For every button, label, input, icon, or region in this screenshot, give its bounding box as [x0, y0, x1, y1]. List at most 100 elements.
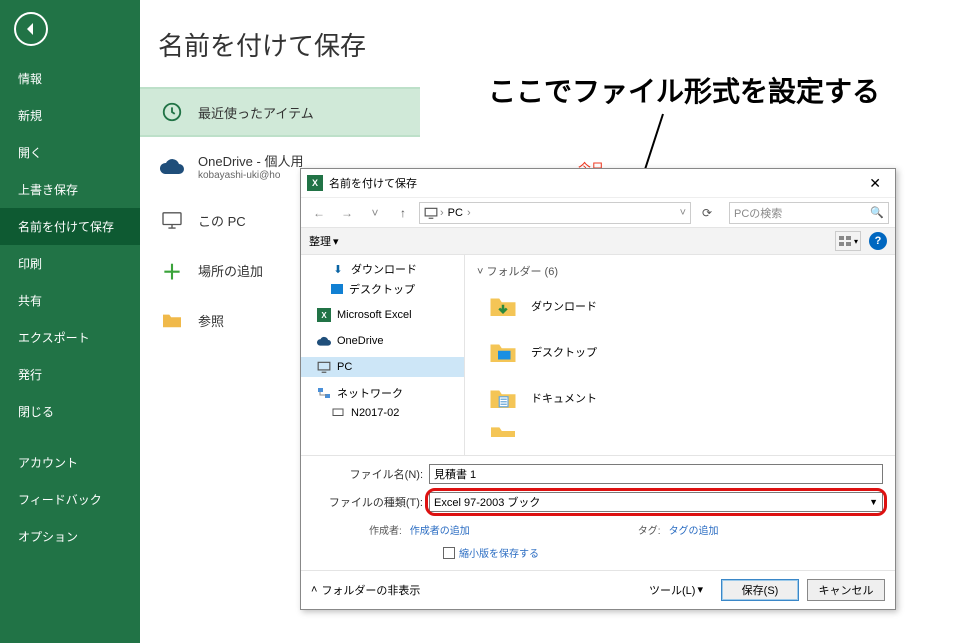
- clock-icon: [158, 101, 186, 123]
- arrow-left-icon: [23, 21, 39, 37]
- sidebar-item-print[interactable]: 印刷: [0, 245, 140, 282]
- pc-icon: [424, 207, 438, 219]
- back-button[interactable]: [14, 12, 48, 46]
- search-placeholder: PCの検索: [734, 205, 782, 221]
- dialog-titlebar: X 名前を付けて保存 ✕: [301, 169, 895, 197]
- search-input[interactable]: PCの検索 🔍: [729, 202, 889, 224]
- location-recent[interactable]: 最近使ったアイテム: [140, 87, 420, 137]
- tools-menu[interactable]: ツール(L) ▾: [649, 582, 703, 598]
- folder-pane: ˅ フォルダー (6) ダウンロード デスクトップ ドキュメント: [465, 255, 895, 455]
- author-label: 作成者:: [369, 522, 402, 537]
- save-as-dialog: X 名前を付けて保存 ✕ ← → ˅ ↑ › PC › ˅ ⟳ PCの検索 🔍 …: [300, 168, 896, 610]
- location-label: この PC: [198, 211, 246, 230]
- folder-icon: [158, 311, 186, 329]
- nav-up-button[interactable]: ↑: [391, 202, 415, 224]
- folder-icon: [485, 288, 521, 324]
- chevron-down-icon: ▼: [869, 497, 878, 507]
- pc-icon: [331, 406, 345, 420]
- chevron-down-icon: ▾: [854, 237, 858, 246]
- location-label: OneDrive - 個人用 kobayashi-uki@ho: [198, 151, 303, 181]
- plus-icon: ＋: [158, 256, 186, 285]
- chevron-up-icon: ˄: [311, 584, 317, 596]
- nav-back-button[interactable]: ←: [307, 202, 331, 224]
- sidebar-item-open[interactable]: 開く: [0, 134, 140, 171]
- dialog-title: 名前を付けて保存: [329, 175, 417, 191]
- help-button[interactable]: ?: [869, 232, 887, 250]
- page-title: 名前を付けて保存: [158, 26, 968, 63]
- breadcrumb-segment[interactable]: PC: [446, 207, 465, 219]
- filename-input[interactable]: [429, 464, 883, 484]
- tree-item-computer-node[interactable]: N2017-02: [301, 403, 464, 423]
- tree-item-downloads[interactable]: ⬇ ダウンロード: [301, 259, 464, 279]
- chevron-down-icon[interactable]: ˅: [680, 207, 686, 219]
- view-mode-button[interactable]: ▾: [835, 231, 861, 251]
- location-label: 最近使ったアイテム: [198, 103, 314, 122]
- sidebar-item-info[interactable]: 情報: [0, 60, 140, 97]
- sidebar-item-feedback[interactable]: フィードバック: [0, 481, 140, 518]
- location-label: 参照: [198, 311, 224, 330]
- nav-recent-button[interactable]: ˅: [363, 202, 387, 224]
- sidebar-item-close[interactable]: 閉じる: [0, 393, 140, 430]
- filetype-select[interactable]: Excel 97-2003 ブック ▼: [429, 492, 883, 512]
- dialog-toolbar: 整理▾ ▾ ?: [301, 227, 895, 255]
- chevron-down-icon: ▾: [697, 583, 703, 596]
- tree-item-label: N2017-02: [351, 407, 399, 419]
- sidebar-item-saveas[interactable]: 名前を付けて保存: [0, 208, 140, 245]
- dialog-nav: ← → ˅ ↑ › PC › ˅ ⟳ PCの検索 🔍: [301, 197, 895, 227]
- refresh-button[interactable]: ⟳: [695, 206, 719, 220]
- sidebar-item-account[interactable]: アカウント: [0, 444, 140, 481]
- location-label: 場所の追加: [198, 261, 263, 280]
- desktop-icon: [331, 284, 343, 294]
- pc-icon: [317, 360, 331, 374]
- excel-app-icon: X: [307, 175, 323, 191]
- dialog-body: ⬇ ダウンロード デスクトップ X Microsoft Excel OneDri…: [301, 255, 895, 455]
- tree-item-onedrive[interactable]: OneDrive: [301, 331, 464, 351]
- annotation-callout: ここでファイル形式を設定する: [420, 62, 948, 118]
- cloud-icon: [158, 158, 186, 174]
- folder-item-more[interactable]: [473, 421, 887, 441]
- dialog-fields: ファイル名(N): ファイルの種類(T): Excel 97-2003 ブック …: [301, 455, 895, 570]
- save-thumbnail-checkbox[interactable]: [443, 547, 455, 559]
- chevron-down-icon: ▾: [333, 235, 339, 248]
- nav-tree: ⬇ ダウンロード デスクトップ X Microsoft Excel OneDri…: [301, 255, 465, 455]
- folder-item-downloads[interactable]: ダウンロード: [473, 283, 887, 329]
- save-thumbnail-label: 縮小版を保存する: [459, 545, 539, 560]
- network-icon: [317, 386, 331, 400]
- tree-item-label: ネットワーク: [337, 385, 403, 401]
- hide-folders-toggle[interactable]: ˄ フォルダーの非表示: [311, 582, 420, 598]
- folder-label: ダウンロード: [531, 298, 597, 314]
- sidebar-item-new[interactable]: 新規: [0, 97, 140, 134]
- tree-item-label: ダウンロード: [351, 261, 417, 277]
- folder-item-documents[interactable]: ドキュメント: [473, 375, 887, 421]
- nav-forward-button[interactable]: →: [335, 202, 359, 224]
- folder-label: デスクトップ: [531, 344, 597, 360]
- tree-item-label: Microsoft Excel: [337, 309, 412, 321]
- sidebar-item-publish[interactable]: 発行: [0, 356, 140, 393]
- folder-icon: [485, 380, 521, 416]
- folder-icon: [485, 334, 521, 370]
- tree-item-desktop[interactable]: デスクトップ: [301, 279, 464, 299]
- sidebar-item-save[interactable]: 上書き保存: [0, 171, 140, 208]
- sidebar-item-options[interactable]: オプション: [0, 518, 140, 555]
- sidebar-item-export[interactable]: エクスポート: [0, 319, 140, 356]
- cancel-button[interactable]: キャンセル: [807, 579, 885, 601]
- folder-label: ドキュメント: [531, 390, 597, 406]
- sidebar-item-share[interactable]: 共有: [0, 282, 140, 319]
- breadcrumb[interactable]: › PC › ˅: [419, 202, 691, 224]
- organize-menu[interactable]: 整理▾: [309, 233, 339, 249]
- tree-item-label: デスクトップ: [349, 281, 415, 297]
- add-author-link[interactable]: 作成者の追加: [410, 522, 470, 537]
- chevron-right-icon: ›: [440, 207, 444, 219]
- folder-group-header[interactable]: ˅ フォルダー (6): [477, 263, 887, 279]
- close-button[interactable]: ✕: [861, 175, 889, 192]
- pc-icon: [158, 211, 186, 229]
- folder-item-desktop[interactable]: デスクトップ: [473, 329, 887, 375]
- tree-item-pc[interactable]: PC: [301, 357, 464, 377]
- add-tag-link[interactable]: タグの追加: [669, 522, 719, 537]
- tree-item-label: PC: [337, 361, 352, 373]
- folder-icon: [485, 413, 521, 449]
- tree-item-label: OneDrive: [337, 335, 383, 347]
- save-button[interactable]: 保存(S): [721, 579, 799, 601]
- tree-item-excel[interactable]: X Microsoft Excel: [301, 305, 464, 325]
- tree-item-network[interactable]: ネットワーク: [301, 383, 464, 403]
